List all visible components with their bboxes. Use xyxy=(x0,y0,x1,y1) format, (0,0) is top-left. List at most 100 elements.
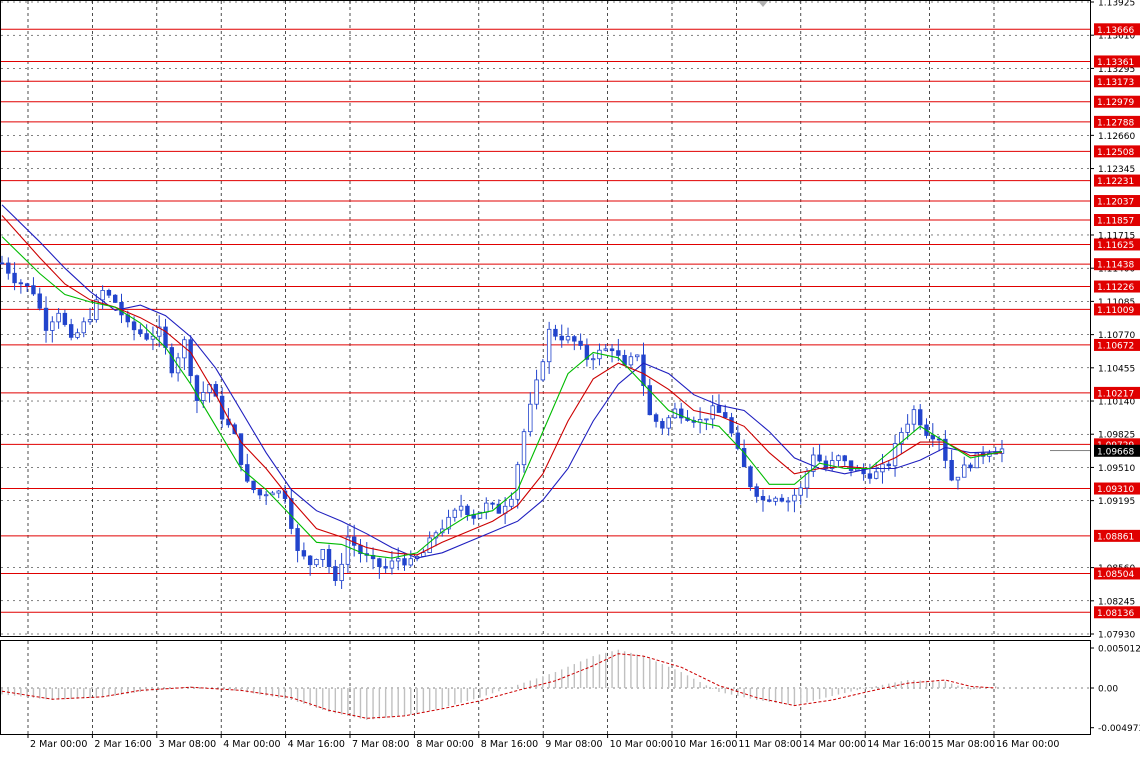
candle-body[interactable] xyxy=(37,293,42,309)
candle-body[interactable] xyxy=(251,480,256,491)
candle-body[interactable] xyxy=(307,555,313,566)
candle-body[interactable] xyxy=(43,307,49,331)
candle-body[interactable] xyxy=(68,324,74,338)
candle-body[interactable] xyxy=(905,423,910,433)
candle-body[interactable] xyxy=(295,528,300,551)
candle-body[interactable] xyxy=(490,502,495,505)
candle-body[interactable] xyxy=(930,435,935,440)
chart-canvas[interactable]: 2 Mar 00:00 2 Mar 16:00 3 Mar 08:00 4 Mar 0… xyxy=(0,0,1140,757)
candle-body[interactable] xyxy=(452,509,458,518)
candle-body[interactable] xyxy=(546,328,552,363)
candle-body[interactable] xyxy=(962,464,967,478)
candle-body[interactable] xyxy=(339,563,344,581)
candle-body[interactable] xyxy=(553,328,558,337)
candle-body[interactable] xyxy=(918,409,923,426)
candle-body[interactable] xyxy=(729,417,734,434)
candle-body[interactable] xyxy=(402,558,407,566)
candle-body[interactable] xyxy=(389,560,395,569)
candle-body[interactable] xyxy=(6,262,11,274)
candle-body[interactable] xyxy=(0,262,5,265)
candle-body[interactable] xyxy=(641,354,646,387)
candle-body[interactable] xyxy=(396,558,401,562)
candle-body[interactable] xyxy=(760,496,766,501)
candle-body[interactable] xyxy=(590,358,596,361)
candle-body[interactable] xyxy=(377,558,382,567)
candle-body[interactable] xyxy=(276,490,281,494)
candle-body[interactable] xyxy=(427,537,432,553)
candle-body[interactable] xyxy=(24,283,30,287)
candle-body[interactable] xyxy=(62,312,68,325)
candle-body[interactable] xyxy=(886,463,891,467)
candle-body[interactable] xyxy=(408,558,413,566)
candle-body[interactable] xyxy=(314,559,319,566)
candle-body[interactable] xyxy=(333,566,338,581)
candle-body[interactable] xyxy=(169,347,175,374)
candle-body[interactable] xyxy=(867,473,873,479)
candle-body[interactable] xyxy=(968,464,973,469)
candle-body[interactable] xyxy=(201,392,206,401)
candle-body[interactable] xyxy=(188,339,193,377)
candle-body[interactable] xyxy=(955,476,961,481)
candle-body[interactable] xyxy=(131,321,137,331)
candle-body[interactable] xyxy=(238,433,244,465)
candle-body[interactable] xyxy=(855,468,860,471)
candle-body[interactable] xyxy=(301,550,307,557)
candle-body[interactable] xyxy=(465,505,470,515)
candle-body[interactable] xyxy=(144,333,149,340)
candle-body[interactable] xyxy=(723,412,728,418)
candle-body[interactable] xyxy=(50,321,55,331)
candle-body[interactable] xyxy=(653,414,659,422)
candle-body[interactable] xyxy=(113,294,118,303)
trading-chart[interactable]: 2 Mar 00:00 2 Mar 16:00 3 Mar 08:00 4 Mar 0… xyxy=(0,0,1140,757)
candle-body[interactable] xyxy=(509,498,514,507)
candle-body[interactable] xyxy=(798,487,803,496)
candle-body[interactable] xyxy=(559,335,564,341)
candle-body[interactable] xyxy=(257,489,263,496)
candle-body[interactable] xyxy=(785,500,791,503)
candle-body[interactable] xyxy=(842,455,847,462)
candle-body[interactable] xyxy=(289,498,294,529)
candle-body[interactable] xyxy=(609,348,615,352)
candle-body[interactable] xyxy=(326,549,332,567)
candle-body[interactable] xyxy=(75,332,80,338)
candle-body[interactable] xyxy=(484,502,489,513)
candle-body[interactable] xyxy=(31,285,36,295)
candle-body[interactable] xyxy=(87,319,93,323)
candle-body[interactable] xyxy=(351,536,357,546)
candle-body[interactable] xyxy=(773,497,778,502)
candle-body[interactable] xyxy=(779,497,785,502)
candle-body[interactable] xyxy=(12,272,17,284)
candle-body[interactable] xyxy=(628,356,634,366)
candle-body[interactable] xyxy=(817,454,822,462)
candle-body[interactable] xyxy=(540,361,546,381)
candle-body[interactable] xyxy=(56,312,61,323)
candle-body[interactable] xyxy=(100,290,105,301)
candle-body[interactable] xyxy=(572,336,577,342)
candle-body[interactable] xyxy=(754,486,759,497)
candle-body[interactable] xyxy=(18,282,24,285)
candle-body[interactable] xyxy=(792,494,797,502)
candle-body[interactable] xyxy=(836,455,841,461)
candle-body[interactable] xyxy=(81,321,86,334)
candle-body[interactable] xyxy=(911,409,917,425)
candle-body[interactable] xyxy=(616,350,621,356)
candle-body[interactable] xyxy=(710,405,715,420)
candle-body[interactable] xyxy=(528,403,533,433)
candle-body[interactable] xyxy=(515,464,520,500)
candle-body[interactable] xyxy=(320,549,325,560)
candle-body[interactable] xyxy=(949,460,954,481)
candle-body[interactable] xyxy=(748,466,753,488)
candle-body[interactable] xyxy=(767,499,772,502)
candle-body[interactable] xyxy=(666,417,671,429)
candle-body[interactable] xyxy=(716,405,722,413)
candle-body[interactable] xyxy=(603,348,608,351)
candle-body[interactable] xyxy=(458,505,464,511)
candle-body[interactable] xyxy=(704,418,709,421)
candle-body[interactable] xyxy=(660,421,665,429)
candle-body[interactable] xyxy=(873,471,879,479)
candle-body[interactable] xyxy=(383,566,388,569)
candle-body[interactable] xyxy=(106,290,112,296)
candle-body[interactable] xyxy=(565,336,571,341)
candle-body[interactable] xyxy=(263,494,269,497)
candle-body[interactable] xyxy=(848,460,854,471)
